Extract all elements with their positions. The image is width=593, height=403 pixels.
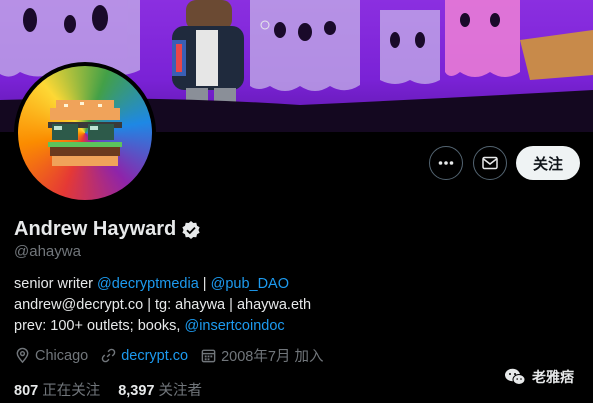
follow-stats: 807 正在关注 8,397 关注者: [14, 379, 202, 400]
envelope-icon: [482, 156, 498, 170]
bio-text: senior writer: [14, 276, 97, 292]
verified-badge-icon[interactable]: [181, 220, 201, 240]
profile-meta: Chicago decrypt.co 2008年7月 加入: [14, 345, 335, 366]
following-stat[interactable]: 807 正在关注: [14, 379, 100, 400]
more-button[interactable]: [429, 146, 463, 180]
location-text: Chicago: [35, 347, 89, 364]
profile-avatar[interactable]: [14, 62, 156, 204]
followers-stat[interactable]: 8,397 关注者: [118, 379, 202, 400]
calendar-icon: [201, 349, 216, 363]
follow-button[interactable]: 关注: [516, 146, 580, 180]
followers-count: 8,397: [118, 383, 155, 399]
website-link[interactable]: decrypt.co: [121, 348, 188, 364]
website[interactable]: decrypt.co: [100, 347, 188, 364]
message-button[interactable]: [473, 146, 507, 180]
link-icon: [101, 348, 116, 363]
mention-link[interactable]: @insertcoindoc: [184, 318, 284, 334]
bio-separator: |: [198, 276, 211, 292]
profile-name: Andrew Hayward: [14, 218, 177, 240]
bio-text: prev: 100+ outlets; books,: [14, 318, 185, 334]
following-count: 807: [14, 383, 39, 399]
bio-line-1: senior writer @decryptmedia | @pub_DAO: [14, 274, 311, 295]
profile-name-row: Andrew Hayward: [14, 218, 201, 241]
profile-bio: senior writer @decryptmedia | @pub_DAO a…: [14, 274, 311, 337]
mention-link[interactable]: @decryptmedia: [97, 276, 199, 292]
following-label: 正在关注: [42, 383, 101, 399]
bio-line-2: andrew@decrypt.co | tg: ahaywa | ahaywa.…: [14, 297, 312, 313]
watermark-text: 老雅痞: [532, 369, 574, 385]
watermark: 老雅痞: [504, 367, 574, 387]
more-icon: [438, 161, 454, 165]
profile-handle: @ahaywa: [14, 243, 81, 260]
location: Chicago: [14, 347, 88, 364]
wechat-icon: [505, 368, 526, 385]
followers-label: 关注者: [158, 383, 203, 399]
mention-link[interactable]: @pub_DAO: [211, 276, 289, 292]
location-pin-icon: [16, 347, 29, 364]
join-date-text: 2008年7月 加入: [221, 349, 324, 365]
join-date: 2008年7月 加入: [200, 345, 323, 366]
avatar-image: [18, 66, 152, 200]
burger-pixel-icon: [48, 100, 122, 166]
bio-line-3: prev: 100+ outlets; books, @insertcoindo…: [14, 316, 311, 337]
